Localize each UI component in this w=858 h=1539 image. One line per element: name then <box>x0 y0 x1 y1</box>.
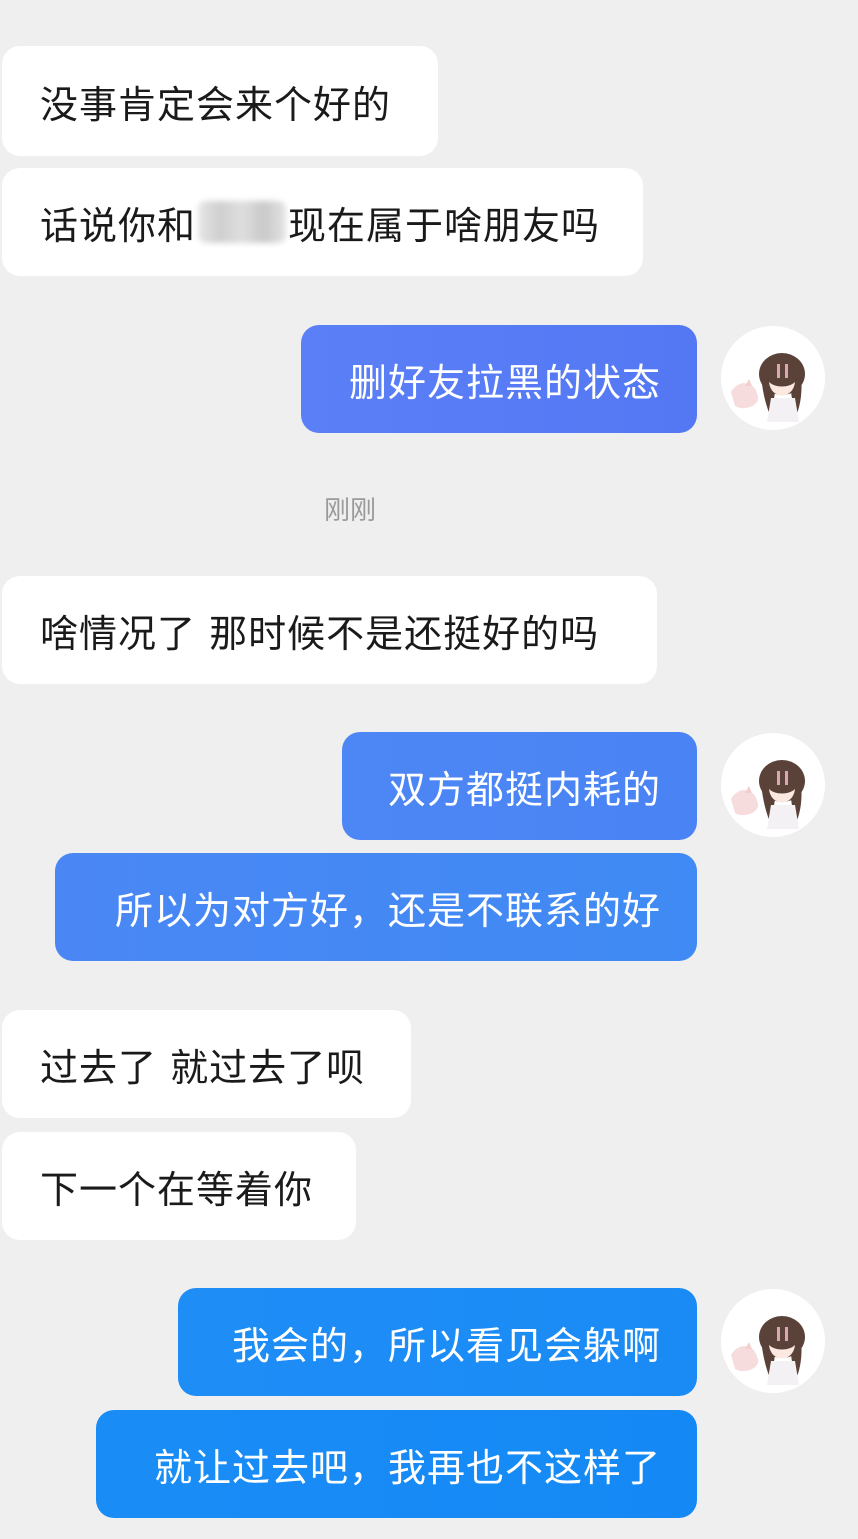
outgoing-message-bubble[interactable]: 删好友拉黑的状态 <box>301 325 697 433</box>
incoming-message-bubble[interactable]: 下一个在等着你 <box>2 1132 356 1240</box>
anime-girl-avatar-icon <box>721 326 825 430</box>
message-text: 没事肯定会来个好的 <box>40 82 392 127</box>
redacted-name <box>198 201 287 243</box>
outgoing-message-bubble[interactable]: 我会的，所以看见会躲啊 <box>178 1288 697 1396</box>
outgoing-message-bubble[interactable]: 双方都挺内耗的 <box>342 732 697 840</box>
user-avatar[interactable] <box>721 1289 825 1393</box>
user-avatar[interactable] <box>721 326 825 430</box>
message-timestamp: 刚刚 <box>323 496 376 526</box>
incoming-message-bubble[interactable]: 过去了 就过去了呗 <box>2 1010 411 1118</box>
anime-girl-avatar-icon <box>721 1289 825 1393</box>
message-text: 啥情况了 那时候不是还挺好的吗 <box>40 611 600 656</box>
incoming-message-bubble[interactable]: 啥情况了 那时候不是还挺好的吗 <box>2 576 657 684</box>
incoming-message-bubble[interactable]: 话说你和 现在属于啥朋友吗 <box>2 168 643 276</box>
message-text: 过去了 就过去了呗 <box>40 1045 366 1090</box>
message-text: 双方都挺内耗的 <box>387 767 661 812</box>
message-text: 删好友拉黑的状态 <box>348 360 661 405</box>
message-text: 所以为对方好，还是不联系的好 <box>114 888 661 933</box>
message-text-suffix: 现在属于啥朋友吗 <box>288 203 601 248</box>
message-text: 下一个在等着你 <box>40 1167 314 1212</box>
message-text: 我会的，所以看见会躲啊 <box>231 1323 661 1368</box>
incoming-message-bubble[interactable]: 没事肯定会来个好的 <box>2 46 438 156</box>
message-text-prefix: 话说你和 <box>40 203 197 248</box>
message-text: 就让过去吧，我再也不这样了 <box>153 1445 661 1490</box>
anime-girl-avatar-icon <box>721 733 825 837</box>
outgoing-message-bubble[interactable]: 所以为对方好，还是不联系的好 <box>55 853 697 961</box>
outgoing-message-bubble[interactable]: 就让过去吧，我再也不这样了 <box>96 1410 697 1518</box>
user-avatar[interactable] <box>721 733 825 837</box>
